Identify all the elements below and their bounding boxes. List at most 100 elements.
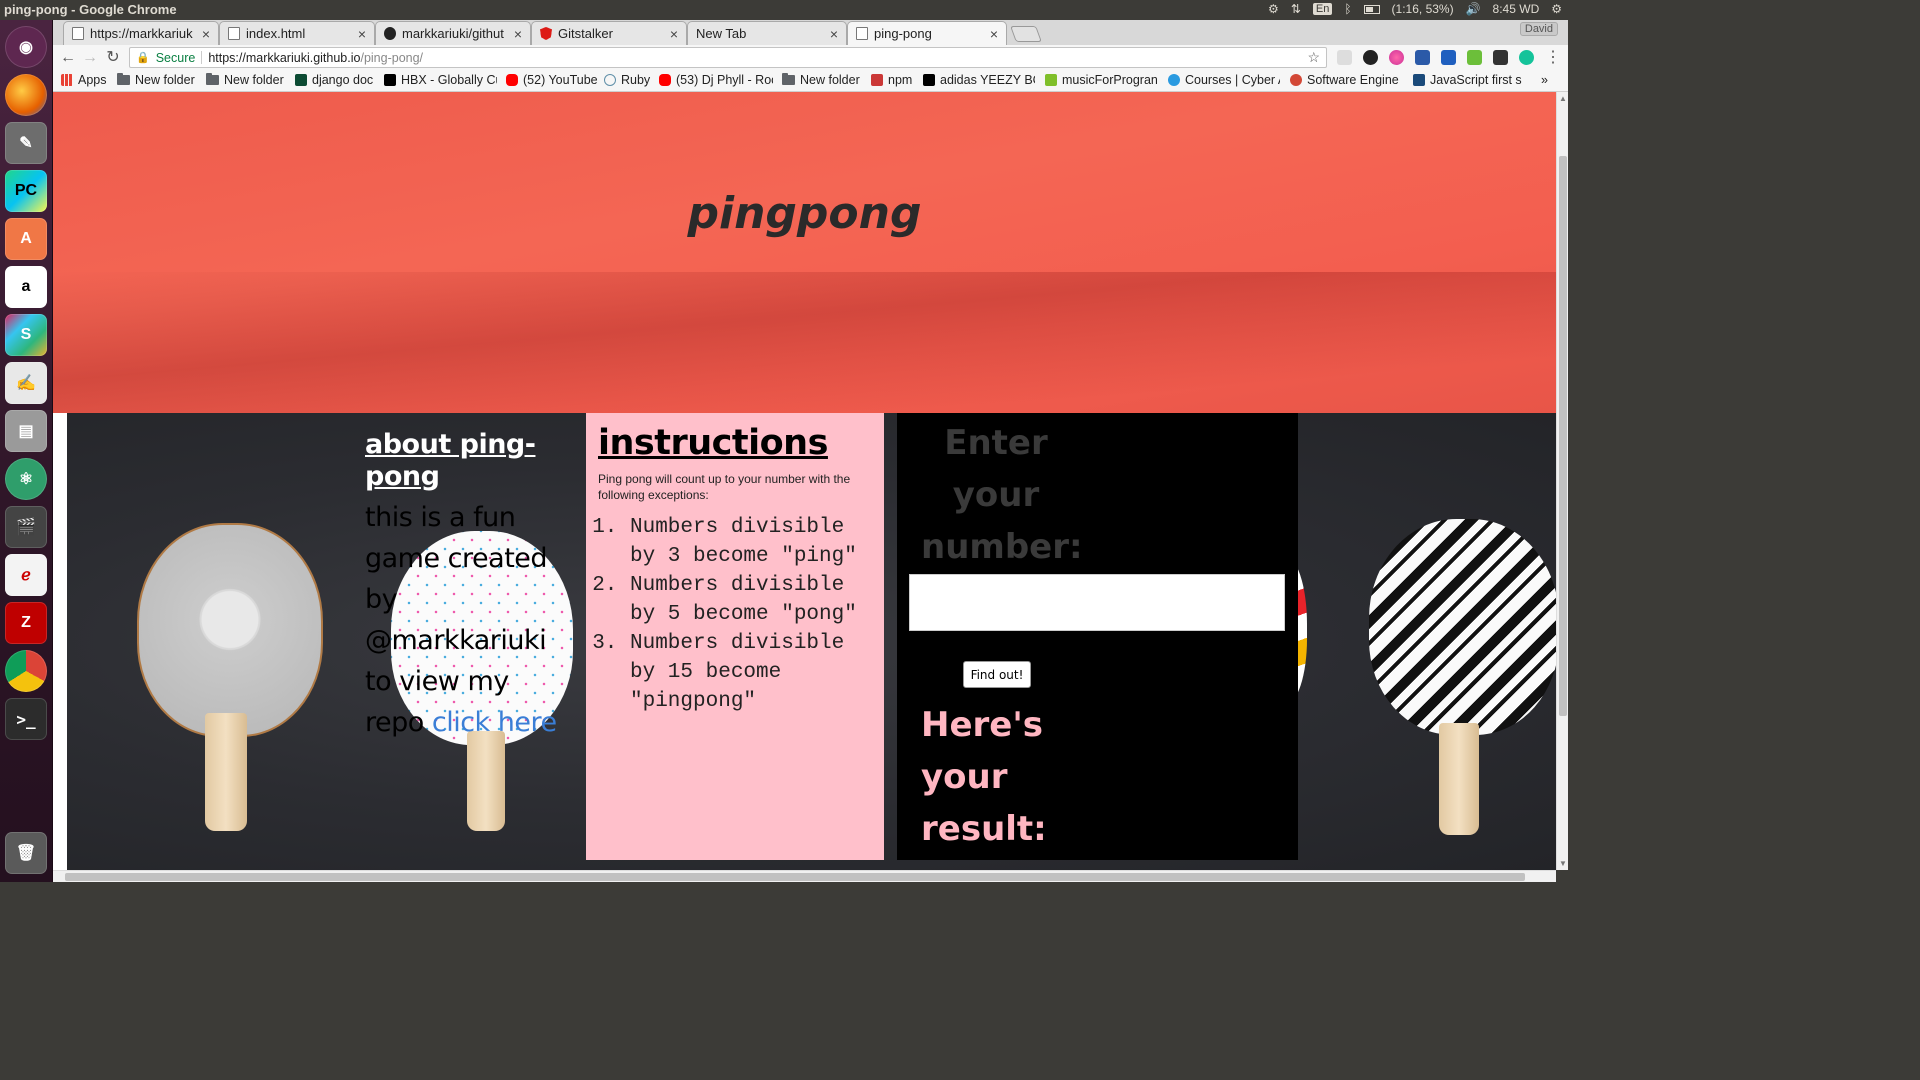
django-icon bbox=[295, 74, 307, 86]
content-section: about ping-pong this is a fun game creat… bbox=[67, 413, 1556, 870]
extension-download-icon[interactable] bbox=[1467, 50, 1482, 65]
bookmark-folder-3[interactable]: New folder bbox=[782, 73, 872, 87]
bookmark-ruby[interactable]: Ruby bbox=[604, 73, 654, 87]
bookmark-youtube[interactable]: (52) YouTube bbox=[506, 73, 599, 87]
network-arrows-icon[interactable]: ⇅ bbox=[1291, 2, 1301, 16]
bookmark-apps[interactable]: Apps bbox=[61, 73, 121, 87]
about-text: this is a fun game created by @markkariu… bbox=[365, 497, 565, 743]
grey-paddle-handle bbox=[205, 713, 247, 831]
keyboard-language-indicator[interactable]: En bbox=[1312, 3, 1333, 15]
instruction-item: Numbers divisible by 5 become "pong" bbox=[630, 571, 872, 629]
bookmark-software-engine[interactable]: Software Engine bbox=[1290, 73, 1402, 87]
horizontal-scroll-thumb[interactable] bbox=[65, 873, 1525, 881]
bookmark-adidas[interactable]: adidas YEEZY BC bbox=[923, 73, 1035, 87]
bookmark-folder-2[interactable]: New folder bbox=[206, 73, 296, 87]
system-top-panel: ping-pong - Google Chrome ⚙ ⇅ En ᛒ (1:16… bbox=[0, 0, 1568, 20]
battery-icon[interactable] bbox=[1363, 4, 1380, 14]
bookmark-music[interactable]: musicForProgran bbox=[1045, 73, 1157, 87]
amazon-icon[interactable]: a bbox=[5, 266, 47, 308]
extension-dark-circle-icon[interactable] bbox=[1363, 50, 1378, 65]
bookmarks-overflow-icon[interactable]: » bbox=[1541, 73, 1548, 87]
profile-button[interactable]: David bbox=[1519, 22, 1558, 36]
bookmark-dj-phyll[interactable]: (53) Dj Phyll - Roc bbox=[659, 73, 773, 87]
bluetooth-icon[interactable]: ᛒ bbox=[1344, 2, 1351, 16]
reload-icon[interactable]: ↻ bbox=[103, 48, 123, 68]
page-icon bbox=[72, 27, 84, 40]
address-bar[interactable]: 🔒 Secure https://markkariuki.github.io /… bbox=[129, 47, 1327, 68]
about-body-text: this is a fun game created by @markkariu… bbox=[365, 502, 548, 738]
atom-icon[interactable]: ⚛ bbox=[5, 458, 47, 500]
youtube-icon bbox=[659, 74, 671, 86]
vertical-scrollbar[interactable]: ▲ ▼ bbox=[1556, 92, 1568, 870]
hero-banner: pingpong bbox=[53, 92, 1556, 413]
extension-s-icon[interactable] bbox=[1337, 50, 1352, 65]
settings-gear-icon[interactable]: ⚙ bbox=[1268, 2, 1279, 16]
trash-icon[interactable]: 🗑 bbox=[5, 832, 47, 874]
volume-icon[interactable]: 🔊 bbox=[1466, 2, 1481, 16]
close-tab-icon[interactable]: × bbox=[202, 26, 210, 42]
repo-link[interactable]: click here bbox=[432, 707, 557, 738]
about-heading: about ping-pong bbox=[365, 429, 536, 492]
browser-toolbar: ← → ↻ 🔒 Secure https://markkariuki.githu… bbox=[53, 45, 1568, 70]
session-gear-icon[interactable]: ⚙ bbox=[1551, 2, 1562, 16]
software-center-icon[interactable]: A bbox=[5, 218, 47, 260]
bookmark-django[interactable]: django doc bbox=[295, 73, 381, 87]
instruction-item: Numbers divisible by 3 become "ping" bbox=[630, 513, 872, 571]
number-input[interactable] bbox=[909, 574, 1285, 631]
close-tab-icon[interactable]: × bbox=[830, 26, 838, 42]
text-editor-icon[interactable]: ✍ bbox=[5, 362, 47, 404]
back-arrow-icon[interactable]: ← bbox=[58, 48, 78, 68]
page-title: pingpong bbox=[687, 188, 922, 239]
tab-0[interactable]: https://markkariuk × bbox=[63, 21, 219, 45]
bookmark-javascript[interactable]: JavaScript first s bbox=[1413, 73, 1537, 87]
lock-icon: 🔒 bbox=[136, 52, 150, 64]
slack-icon[interactable]: S bbox=[5, 314, 47, 356]
clock[interactable]: 8:45 WD bbox=[1493, 2, 1540, 16]
tab-4[interactable]: New Tab × bbox=[687, 21, 847, 45]
filezilla-icon[interactable]: Z bbox=[5, 602, 47, 644]
firefox-icon[interactable] bbox=[5, 74, 47, 116]
bookmark-star-icon[interactable]: ☆ bbox=[1307, 49, 1320, 66]
unity-launcher: ◉ ✎ PC A a S ✍ ▤ ⚛ 🎬 ℯ Z >_ 🗑 bbox=[0, 20, 53, 882]
chrome-menu-icon[interactable]: ⋮ bbox=[1543, 48, 1563, 68]
instructions-heading: instructions bbox=[598, 423, 828, 463]
find-out-button[interactable]: Find out! bbox=[963, 661, 1031, 688]
video-editor-icon[interactable]: 🎬 bbox=[5, 506, 47, 548]
tab-2[interactable]: markkariuki/githut × bbox=[375, 21, 531, 45]
bookmark-courses[interactable]: Courses | Cyber A bbox=[1168, 73, 1280, 87]
close-tab-icon[interactable]: × bbox=[514, 26, 522, 42]
tab-3[interactable]: Gitstalker × bbox=[531, 21, 687, 45]
ubuntu-dash-icon[interactable]: ◉ bbox=[5, 26, 47, 68]
pycharm-icon[interactable]: PC bbox=[5, 170, 47, 212]
bookmark-hbx[interactable]: HBX - Globally Cu bbox=[384, 73, 497, 87]
close-tab-icon[interactable]: × bbox=[990, 26, 998, 42]
horizontal-scrollbar[interactable] bbox=[53, 870, 1556, 882]
folder-icon bbox=[117, 73, 130, 85]
vertical-scroll-thumb[interactable] bbox=[1559, 156, 1567, 716]
bookmark-npm[interactable]: npm bbox=[871, 73, 919, 87]
npm-icon bbox=[871, 74, 883, 86]
instructions-intro: Ping pong will count up to your number w… bbox=[598, 472, 851, 502]
extension-camera-icon[interactable] bbox=[1389, 50, 1404, 65]
forward-arrow-icon[interactable]: → bbox=[80, 48, 100, 68]
folder-icon bbox=[206, 73, 219, 85]
close-tab-icon[interactable]: × bbox=[358, 26, 366, 42]
system-tools-icon[interactable]: ✎ bbox=[5, 122, 47, 164]
close-tab-icon[interactable]: × bbox=[670, 26, 678, 42]
extension-list-icon[interactable] bbox=[1493, 50, 1508, 65]
file-cabinet-icon[interactable]: ▤ bbox=[5, 410, 47, 452]
grammarly-icon[interactable] bbox=[1519, 50, 1534, 65]
number-form-panel: Enter your number: Find out! Here's your… bbox=[897, 413, 1298, 860]
new-tab-button[interactable] bbox=[1010, 26, 1042, 42]
extension-search-icon[interactable] bbox=[1441, 50, 1456, 65]
extension-picture-icon[interactable] bbox=[1415, 50, 1430, 65]
pdf-viewer-icon[interactable]: ℯ bbox=[5, 554, 47, 596]
grey-paddle-image bbox=[137, 523, 323, 737]
tab-5[interactable]: ping-pong × bbox=[847, 21, 1007, 45]
scroll-down-arrow-icon[interactable]: ▼ bbox=[1559, 859, 1567, 868]
scroll-up-arrow-icon[interactable]: ▲ bbox=[1559, 94, 1567, 103]
tab-1[interactable]: index.html × bbox=[219, 21, 375, 45]
bookmark-folder-1[interactable]: New folder bbox=[117, 73, 207, 87]
terminal-icon[interactable]: >_ bbox=[5, 698, 47, 740]
chrome-icon[interactable] bbox=[5, 650, 47, 692]
